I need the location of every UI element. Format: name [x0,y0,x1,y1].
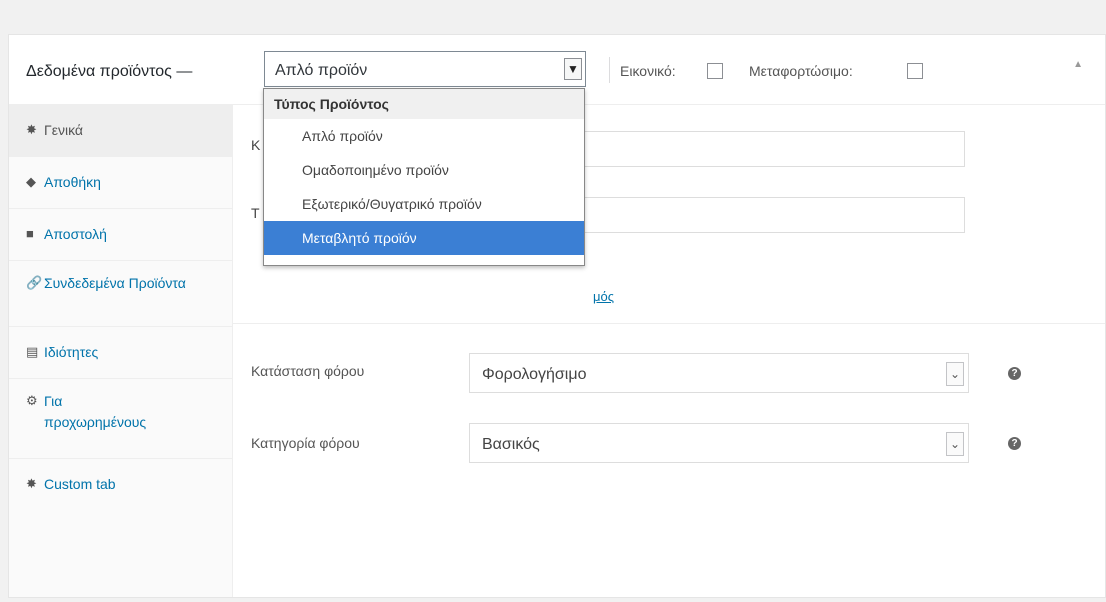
option-external-product[interactable]: Εξωτερικό/Θυγατρικό προϊόν [264,187,584,221]
tab-general[interactable]: ✸ Γενικά [9,105,233,157]
wrench-icon: ✸ [26,122,37,137]
wrench-icon: ✸ [26,476,37,491]
downloadable-checkbox[interactable] [907,63,923,79]
sale-price-label: Τ [251,205,260,221]
regular-price-input[interactable] [563,131,965,167]
regular-price-label: Κ [251,137,261,153]
link-icon: 🔗 [26,275,43,290]
tab-label: Γενικά [44,122,83,138]
sale-price-input[interactable] [563,197,965,233]
tax-class-value: Βασικός [482,436,540,453]
tab-label: Custom tab [44,476,116,492]
virtual-checkbox[interactable] [707,63,723,79]
option-grouped-product[interactable]: Ομαδοποιημένο προϊόν [264,153,584,187]
chevron-down-icon[interactable]: ▼ [564,58,582,80]
tax-class-label: Κατηγορία φόρου [251,435,360,451]
tab-inventory[interactable]: ◆ Αποθήκη [9,157,233,209]
tab-linked-products[interactable]: 🔗 Συνδεδεμένα Προϊόντα [9,261,233,327]
help-icon[interactable]: ? [1008,437,1021,450]
chevron-down-icon[interactable]: ⌄ [946,432,964,456]
option-variable-product[interactable]: Μεταβλητό προϊόν [264,221,584,255]
section-divider [233,323,1105,324]
gear-icon: ⚙ [26,393,38,408]
tax-status-value: Φορολογήσιμο [482,366,587,383]
help-icon[interactable]: ? [1008,367,1021,380]
tax-class-select[interactable]: Βασικός ⌄ [469,423,969,463]
product-type-value: Απλό προϊόν [275,62,368,79]
tax-status-label: Κατάσταση φόρου [251,363,365,379]
tab-label: Αποστολή [44,226,107,242]
chevron-down-icon[interactable]: ⌄ [946,362,964,386]
downloadable-label: Μεταφορτώσιμο: [749,63,853,79]
tab-label: Ιδιότητες [44,344,99,360]
tax-status-select[interactable]: Φορολογήσιμο ⌄ [469,353,969,393]
product-data-label: Δεδομένα προϊόντος — [26,63,193,80]
schedule-link[interactable]: μός [593,289,614,304]
tab-shipping[interactable]: ■ Αποστολή [9,209,233,261]
header-separator [609,57,610,83]
tag-icon: ◆ [26,174,36,189]
truck-icon: ■ [26,226,34,241]
tab-advanced[interactable]: ⚙ Για προχωρημένους [9,379,233,459]
tab-label: Συνδεδεμένα Προϊόντα [44,275,186,291]
product-data-tabs: ✸ Γενικά ◆ Αποθήκη ■ Αποστολή 🔗 Συνδεδεμ… [9,105,233,597]
collapse-arrow-icon[interactable]: ▲ [1073,59,1083,70]
list-icon: ▤ [26,344,39,359]
product-type-select[interactable]: Απλό προϊόν ▼ [264,51,586,87]
option-simple-product[interactable]: Απλό προϊόν [264,119,584,153]
tab-attributes[interactable]: ▤ Ιδιότητες [9,327,233,379]
product-type-dropdown: Τύπος Προϊόντος Απλό προϊόν Ομαδοποιημέν… [263,88,585,266]
tab-label: Αποθήκη [44,174,101,190]
tab-custom[interactable]: ✸ Custom tab [9,459,233,511]
tab-label: Για προχωρημένους [44,393,147,430]
virtual-label: Εικονικό: [620,63,676,79]
dropdown-group-label: Τύπος Προϊόντος [264,89,584,119]
